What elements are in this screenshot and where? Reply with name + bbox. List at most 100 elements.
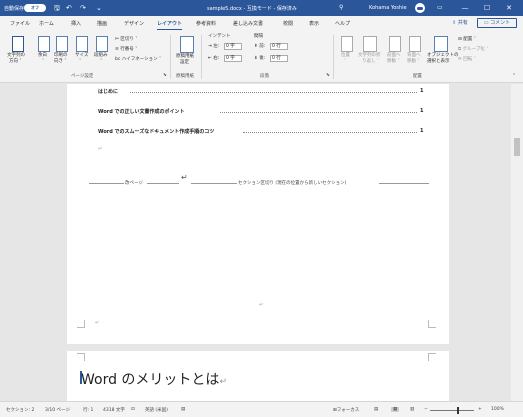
columns-icon [96, 36, 108, 52]
document-area: はじめに 1 Word での正しい文書作成のポイント 1 Word でのスムーズ… [0, 84, 523, 401]
spacing-after-text: 後: [259, 56, 266, 61]
bring-forward-icon [389, 36, 401, 52]
tab-draw[interactable]: 描画 [97, 20, 107, 27]
breaks-button[interactable]: ⊨ 区切り ˅ [115, 37, 138, 43]
tab-view[interactable]: 表示 [309, 20, 319, 27]
tab-references[interactable]: 参考資料 [196, 20, 216, 27]
status-section[interactable]: セクション: 2 [6, 407, 34, 413]
indent-header: インデント [208, 34, 231, 39]
share-button[interactable]: ⇪ 共有 [452, 19, 468, 26]
page-corner-mark [77, 320, 85, 328]
section-break-label: セクション区切り (現在の位置から新しいセクション) [238, 181, 347, 186]
tab-help[interactable]: ヘルプ [335, 20, 350, 27]
genko-label-2: 設定 [180, 60, 189, 65]
search-icon[interactable]: ⚲ [339, 3, 343, 13]
tab-review[interactable]: 校閲 [283, 20, 293, 27]
status-language[interactable]: 英語 (米国) [145, 407, 168, 413]
paragraph-mark: ↵ [259, 302, 264, 308]
ribbon-display-options-icon[interactable]: ▭ [437, 3, 443, 13]
spacing-before-input[interactable]: 0 行 [270, 43, 288, 50]
group-icon: ⧉ [458, 47, 462, 52]
ribbon-tabs: ファイル ホーム 挿入 描画 デザイン レイアウト 参考資料 差し込み文書 校閲… [0, 16, 523, 30]
zoom-slider-knob[interactable] [457, 407, 459, 414]
status-page[interactable]: 3/10 ページ [45, 407, 70, 413]
rotate-button[interactable]: ⟳ 回転 ˅ [458, 57, 476, 63]
document-title: sample5.docx - 互換モード - 保存済み [207, 6, 297, 12]
page-heading[interactable]: Word のメリットとは↵ [81, 369, 227, 389]
save-icon[interactable]: 🖫 [54, 3, 60, 13]
toc-entry[interactable]: Word でのスムーズなドキュメント作成手順のコツ 1 [98, 128, 428, 135]
minimize-button[interactable]: — [455, 0, 475, 16]
hyphenation-button[interactable]: bc ハイフネーション ˅ [115, 57, 161, 63]
document-page[interactable]: Word のメリットとは↵ [67, 351, 449, 401]
toc-entry-title: Word での正しい文書作成のポイント [98, 109, 185, 115]
tab-home[interactable]: ホーム [39, 20, 54, 27]
toc-entry-page: 1 [420, 88, 424, 94]
close-button[interactable]: ✕ [499, 0, 519, 16]
paragraph-launcher-icon[interactable]: ⬊ [326, 73, 330, 78]
indent-right-input[interactable]: 0 字 [224, 55, 242, 62]
share-icon: ⇪ [452, 20, 457, 26]
orientation-label-2: 向き ˅ [54, 59, 67, 64]
macro-recording-icon[interactable]: ▤ [181, 407, 185, 412]
toc-leader [243, 132, 417, 133]
ribbon-separator [170, 35, 171, 79]
line-numbers-button[interactable]: ≡ 行番号 ˅ [115, 47, 137, 53]
collapse-ribbon-icon[interactable]: ⌃ [512, 73, 516, 79]
line-numbers-icon: ≡ [115, 47, 119, 52]
zoom-slider[interactable] [430, 410, 474, 411]
columns-chevron: ˅ [100, 59, 103, 64]
document-page[interactable]: はじめに 1 Word での正しい文書作成のポイント 1 Word でのスムーズ… [67, 84, 449, 344]
vertical-scrollbar[interactable] [511, 84, 523, 401]
toc-entry[interactable]: Word での正しい文書作成のポイント 1 [98, 108, 428, 115]
size-chevron: ˅ [79, 59, 82, 64]
paragraph-mark: ↵ [98, 146, 103, 152]
comment-label: コメント [490, 20, 511, 26]
autosave-toggle[interactable]: オフ [24, 4, 46, 12]
page-corner-mark [428, 353, 436, 361]
toc-entry[interactable]: はじめに 1 [98, 88, 428, 95]
maximize-button[interactable]: ☐ [477, 0, 497, 16]
hyphenation-label: ハイフネーション ˅ [121, 57, 162, 62]
read-mode-icon[interactable]: ▤ [374, 407, 378, 412]
avatar[interactable] [415, 3, 425, 13]
line-numbers-label: 行番号 ˅ [120, 47, 138, 52]
tab-mailings[interactable]: 差し込み文書 [233, 20, 263, 27]
redo-icon[interactable]: ↷ [80, 3, 86, 13]
wrap-text-label-2: り返し ˅ [362, 59, 380, 64]
align-icon: ⊟ [458, 37, 462, 42]
zoom-percent[interactable]: 100% [491, 407, 504, 412]
comments-button[interactable]: ▭ コメント [477, 18, 517, 28]
status-line[interactable]: 行: 1 [83, 407, 93, 413]
focus-button[interactable]: ⊞フォーカス [333, 407, 359, 413]
proofing-icon[interactable]: ⊡ [131, 407, 135, 412]
print-layout-icon[interactable]: ▦ [391, 407, 400, 412]
group-button[interactable]: ⧉ グループ化 ˅ [458, 47, 489, 53]
zoom-out-icon[interactable]: − [424, 407, 428, 412]
customize-icon[interactable]: ⌄ [96, 3, 102, 13]
tab-file[interactable]: ファイル [10, 20, 30, 27]
indent-right-text: 右: [213, 56, 220, 61]
page-setup-launcher-icon[interactable]: ⬊ [163, 73, 167, 78]
align-button[interactable]: ⊟ 配置 ˅ [458, 37, 476, 43]
undo-icon[interactable]: ↶ [66, 3, 72, 13]
status-word-count[interactable]: 4318 文字 [103, 407, 125, 413]
autosave-label: 自動保存 [4, 6, 25, 12]
genko-group-label: 原稿用紙 [176, 74, 194, 79]
margins-chevron: ˅ [42, 59, 45, 64]
user-name[interactable]: Kohama Yoshie [369, 5, 407, 11]
tab-insert[interactable]: 挿入 [71, 20, 81, 27]
paragraph-group-label: 段落 [260, 74, 269, 79]
paragraph-mark: ↵ [95, 320, 100, 326]
scrollbar-thumb[interactable] [514, 138, 520, 156]
spacing-after-input[interactable]: 0 行 [270, 55, 288, 62]
web-layout-icon[interactable]: ▥ [410, 407, 414, 412]
arrange-group-label: 配置 [413, 74, 422, 79]
indent-left-text: 左: [213, 44, 220, 49]
indent-left-input[interactable]: 0 字 [224, 43, 242, 50]
tab-design[interactable]: デザイン [124, 20, 144, 27]
ribbon: 文字列の 方向 ˅ 余白 ˅ 印刷の 向き ˅ サイズ ˅ 段組み ˅ ⊨ 区切… [0, 30, 523, 83]
paragraph-mark: ↵ [219, 377, 227, 387]
tab-layout[interactable]: レイアウト [157, 20, 183, 30]
zoom-in-icon[interactable]: + [478, 407, 482, 412]
